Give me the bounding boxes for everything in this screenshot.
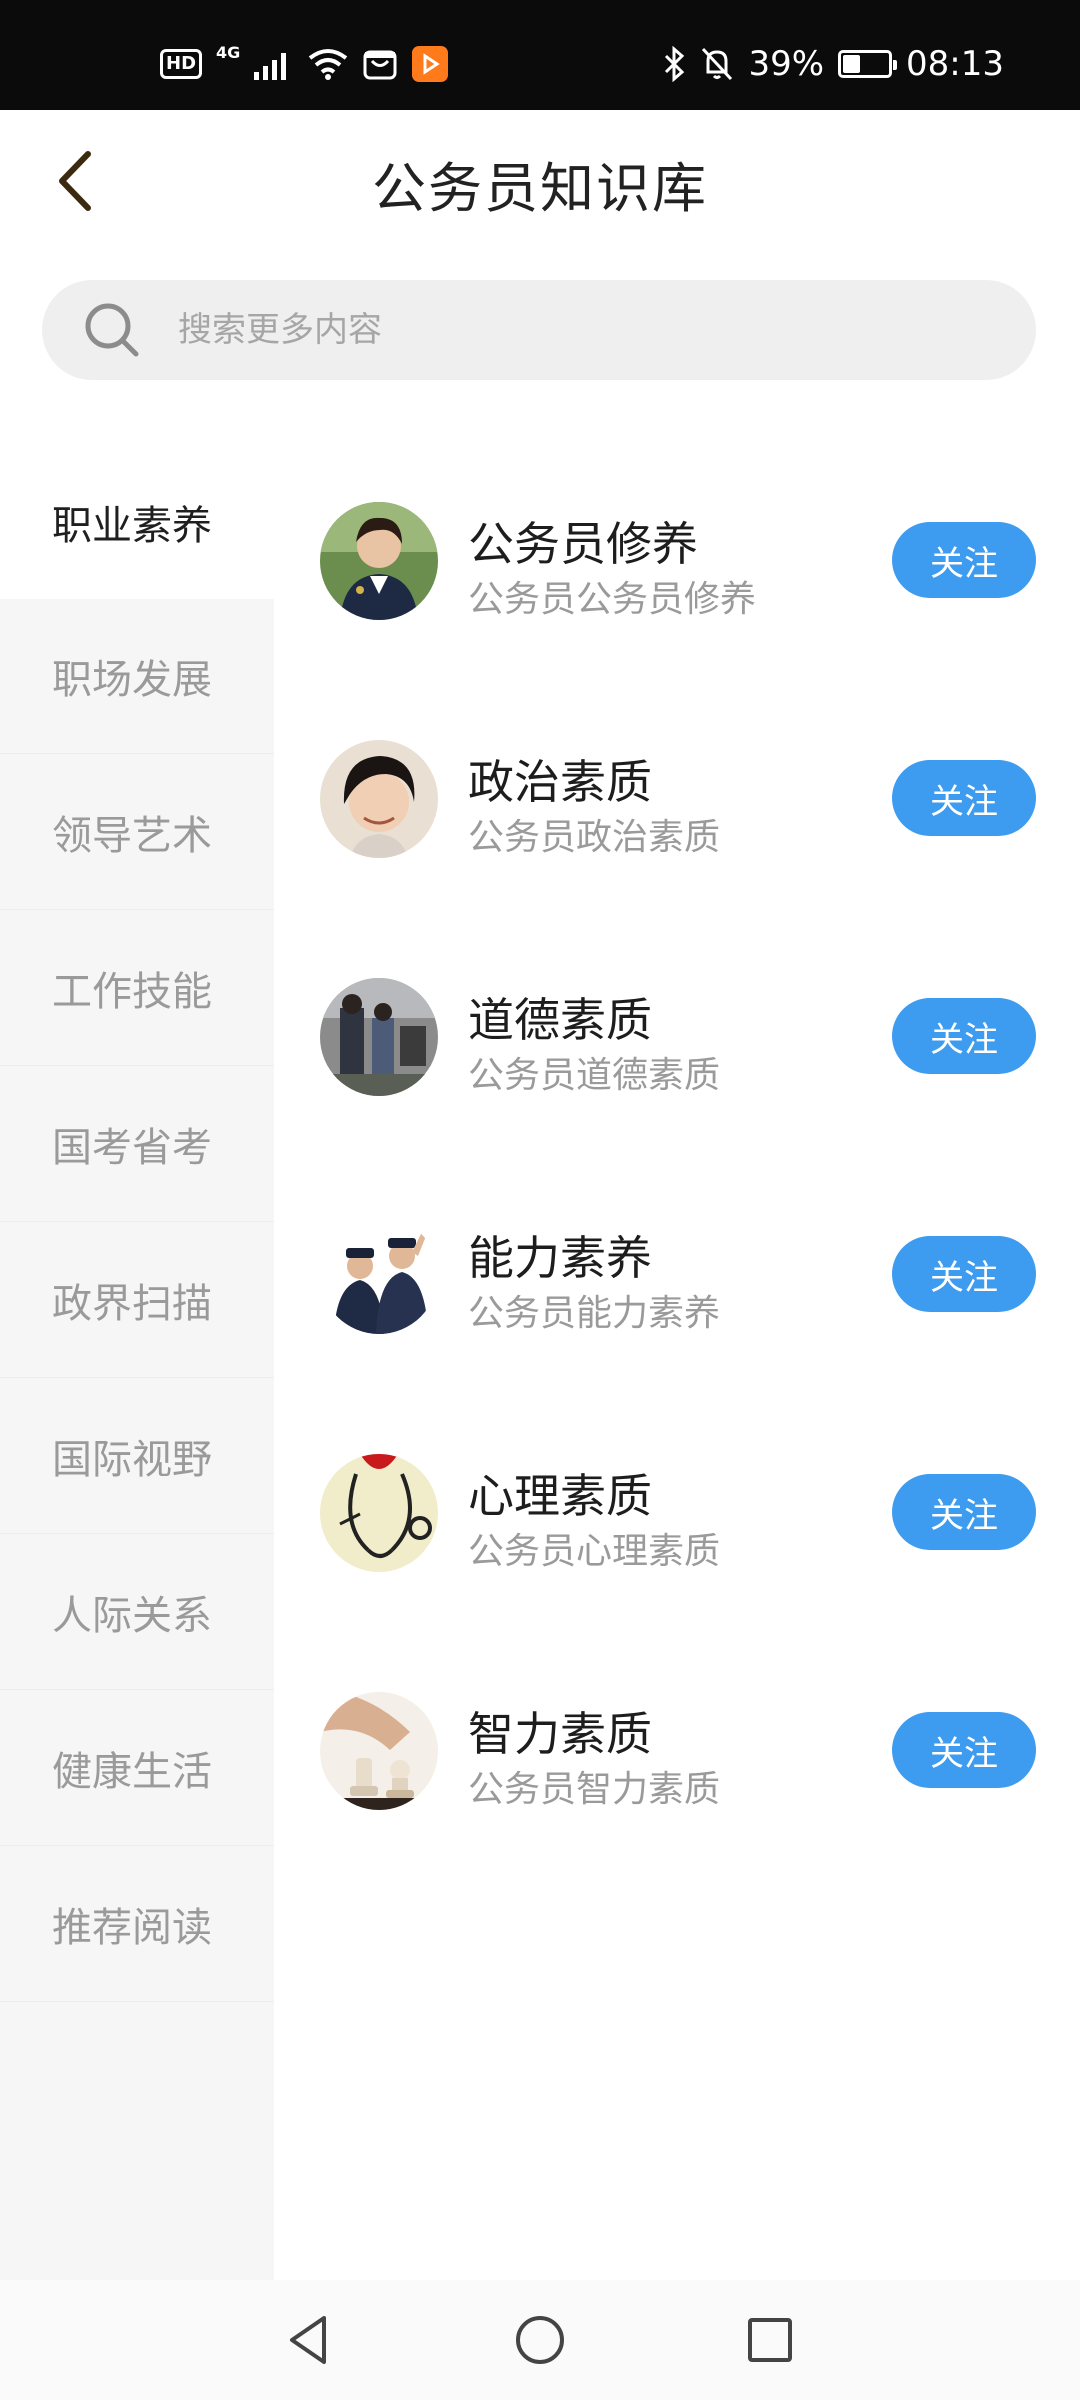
sidebar-item-guokao-shengkao[interactable]: 国考省考 [0,1067,274,1222]
topic-avatar [320,740,438,858]
wifi-icon [309,49,348,80]
clock: 08:13 [906,44,1004,84]
topic-avatar [320,978,438,1096]
follow-button[interactable]: 关注 [892,1236,1036,1312]
follow-button[interactable]: 关注 [892,760,1036,836]
topic-subtitle: 公务员公务员修养 [468,579,757,620]
follow-button[interactable]: 关注 [892,1712,1036,1788]
battery-icon [838,50,898,78]
follow-button[interactable]: 关注 [892,1474,1036,1550]
video-app-icon [412,46,449,82]
shopping-app-icon [363,50,397,80]
topic-title: 道德素质 [468,993,652,1047]
status-left: HD 4G [160,42,449,82]
battery-percent: 39% [748,44,825,84]
topic-subtitle: 公务员智力素质 [468,1769,721,1810]
signal-icon [254,53,287,80]
status-bar: HD 4G 39% 08:13 [0,0,1080,110]
bluetooth-icon [665,46,685,82]
status-right: 39% 08:13 [662,44,1004,84]
search-input[interactable] [178,280,998,380]
topic-avatar [320,502,438,620]
topic-row[interactable]: 能力素养 公务员能力素养 关注 [316,1216,1036,1340]
system-nav-bar [0,2280,1080,2400]
hd-icon: HD [160,49,203,79]
header: 公务员知识库 [0,110,1080,250]
recents-square-icon [748,2318,792,2362]
battery-level [843,55,861,73]
nav-home-button[interactable] [510,2310,570,2370]
sidebar-item-gongzuo-jineng[interactable]: 工作技能 [0,911,274,1066]
topic-title: 公务员修养 [468,517,698,571]
topic-title: 智力素质 [468,1707,652,1761]
topic-row[interactable]: 心理素质 公务员心理素质 关注 [316,1454,1036,1578]
topic-title: 心理素质 [468,1469,652,1523]
topic-row[interactable]: 道德素质 公务员道德素质 关注 [316,978,1036,1102]
topic-subtitle: 公务员道德素质 [468,1055,721,1096]
network-type: 4G [216,42,241,62]
search-icon [85,303,139,357]
sidebar-item-zhichang-fazhan[interactable]: 职场发展 [0,599,274,754]
topic-avatar [320,1692,438,1810]
topic-row[interactable]: 公务员修养 公务员公务员修养 关注 [316,502,1036,626]
sidebar-item-renji-guanxi[interactable]: 人际关系 [0,1535,274,1690]
topic-title: 能力素养 [468,1231,652,1285]
topic-avatar [320,1454,438,1572]
search-bar[interactable] [42,280,1036,380]
sidebar-item-zhiye-suyang[interactable]: 职业素养 [0,444,274,599]
sidebar-item-zhengjie-saomiao[interactable]: 政界扫描 [0,1223,274,1378]
nav-back-button[interactable] [280,2310,340,2370]
topic-row[interactable]: 政治素质 公务员政治素质 关注 [316,740,1036,864]
page-title: 公务员知识库 [372,157,708,220]
topic-title: 政治素质 [468,755,652,809]
nav-recents-button[interactable] [740,2310,800,2370]
topic-row[interactable]: 智力素质 公务员智力素质 关注 [316,1692,1036,1816]
follow-button[interactable]: 关注 [892,522,1036,598]
follow-button[interactable]: 关注 [892,998,1036,1074]
home-circle-icon [516,2316,564,2364]
back-triangle-icon [290,2316,326,2364]
topic-subtitle: 公务员能力素养 [468,1293,721,1334]
topic-subtitle: 公务员政治素质 [468,817,721,858]
topic-avatar [320,1216,438,1334]
sidebar-item-tuijian-yuedu[interactable]: 推荐阅读 [0,1847,274,2002]
sidebar-item-guoji-shiye[interactable]: 国际视野 [0,1379,274,1534]
category-sidebar: 职业素养 职场发展 领导艺术 工作技能 国考省考 政界扫描 国际视野 人际关系 … [0,444,274,2280]
topic-subtitle: 公务员心理素质 [468,1531,721,1572]
mute-icon [702,47,733,81]
sidebar-item-jiankang-shenghuo[interactable]: 健康生活 [0,1691,274,1846]
sidebar-item-lingdao-yishu[interactable]: 领导艺术 [0,755,274,910]
